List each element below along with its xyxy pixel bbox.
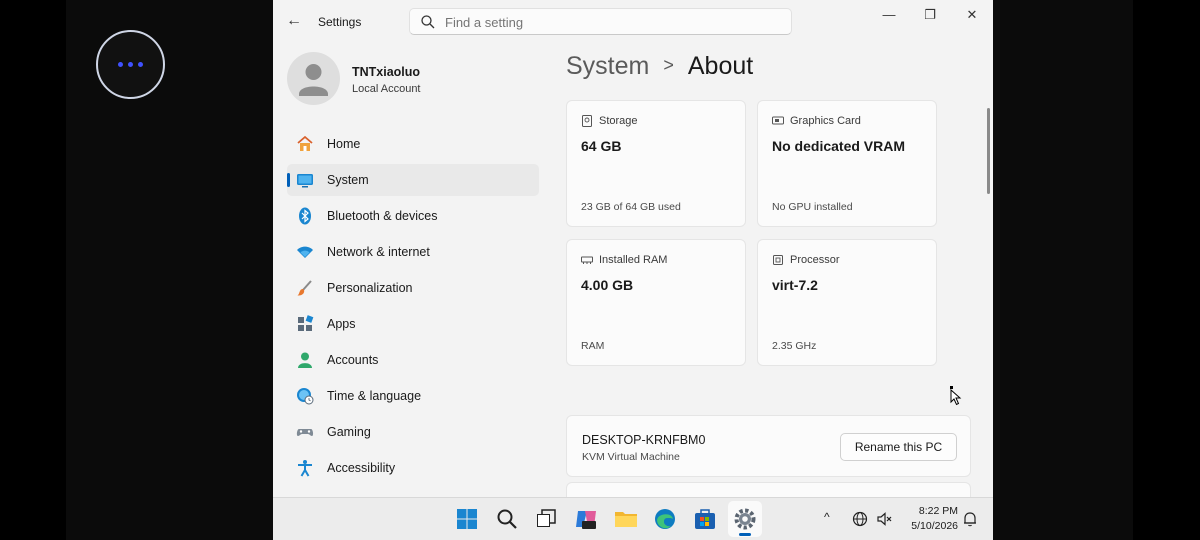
processor-speed: 2.35 GHz <box>772 340 817 352</box>
ram-value: 4.00 GB <box>581 277 634 293</box>
globe-clock-icon <box>297 388 314 405</box>
ram-icon <box>581 256 593 264</box>
user-name: TNTxiaoluo <box>352 65 421 79</box>
processor-label: Processor <box>790 254 840 266</box>
brush-icon <box>297 280 312 296</box>
search-icon[interactable] <box>494 506 520 532</box>
dot-icon <box>128 62 133 67</box>
account-type: Local Account <box>352 83 421 95</box>
user-avatar-icon <box>299 64 328 96</box>
sidebar-item-label: Gaming <box>327 425 371 439</box>
ram-card[interactable]: Installed RAM 4.00 GB RAM <box>566 239 746 366</box>
copilot-icon[interactable] <box>573 506 599 532</box>
gamepad-icon <box>296 429 314 436</box>
right-panel <box>993 0 1133 540</box>
sidebar-item-system[interactable]: System <box>287 164 539 196</box>
graphics-card[interactable]: Graphics Card No dedicated VRAM No GPU i… <box>757 100 937 227</box>
processor-card[interactable]: Processor virt-7.2 2.35 GHz <box>757 239 937 366</box>
sidebar-item-label: Personalization <box>327 281 413 295</box>
more-options-button[interactable] <box>96 30 165 99</box>
processor-icon <box>773 255 783 265</box>
accessibility-icon <box>298 460 312 477</box>
storage-label: Storage <box>599 115 638 127</box>
dot-icon <box>118 62 123 67</box>
graphics-sub: No GPU installed <box>772 201 853 213</box>
storage-usage: 23 GB of 64 GB used <box>581 201 681 213</box>
sidebar-item-label: Accessibility <box>327 461 396 475</box>
clock-time[interactable]: 8:22 PM <box>903 505 958 517</box>
sidebar-item-accessibility[interactable]: Accessibility <box>287 452 539 484</box>
processor-value: virt-7.2 <box>772 277 818 293</box>
sidebar-item-label: Bluetooth & devices <box>327 209 438 223</box>
notification-bell-icon[interactable] <box>961 510 979 528</box>
mouse-cursor-icon <box>950 386 962 406</box>
gear-icon <box>734 508 756 530</box>
home-icon <box>297 135 313 151</box>
sidebar-item-label: Accounts <box>327 353 379 367</box>
avatar <box>287 52 340 105</box>
taskbar-settings-button[interactable] <box>728 501 762 537</box>
phone-screen: ← Settings — ❐ ✕ TNTxiaoluo Local Ac <box>0 0 1200 540</box>
clock-date[interactable]: 5/10/2026 <box>903 520 958 532</box>
back-arrow-icon[interactable]: ← <box>285 12 303 30</box>
search-icon <box>421 15 435 29</box>
taskbar: ^ 8:22 PM 5/10/2026 <box>273 497 993 540</box>
system-icon <box>297 174 313 188</box>
dot-icon <box>138 62 143 67</box>
ram-sub: RAM <box>581 340 605 352</box>
chevron-right-icon: > <box>663 55 674 75</box>
rename-pc-button[interactable]: Rename this PC <box>840 433 957 461</box>
wifi-icon <box>297 246 313 258</box>
storage-icon <box>582 115 592 127</box>
chevron-up-icon[interactable]: ^ <box>824 510 830 524</box>
storage-card[interactable]: Storage 64 GB 23 GB of 64 GB used <box>566 100 746 227</box>
breadcrumb-parent[interactable]: System <box>566 52 649 80</box>
sidebar-item-gaming[interactable]: Gaming <box>287 416 539 448</box>
sidebar-nav: Home System Bluetooth & devices Network … <box>287 128 539 488</box>
page-title: About <box>687 52 754 80</box>
apps-icon <box>298 315 314 331</box>
left-panel <box>66 0 273 540</box>
user-profile[interactable]: TNTxiaoluo Local Account <box>287 52 547 106</box>
sidebar-item-accounts[interactable]: Accounts <box>287 344 539 376</box>
sidebar-item-home[interactable]: Home <box>287 128 539 160</box>
graphics-value: No dedicated VRAM <box>772 138 906 154</box>
sidebar-item-time-language[interactable]: Time & language <box>287 380 539 412</box>
edge-browser-icon[interactable] <box>652 506 678 532</box>
sidebar-item-label: Apps <box>327 317 356 331</box>
storage-value: 64 GB <box>581 138 622 154</box>
ram-label: Installed RAM <box>599 254 668 266</box>
app-title: Settings <box>318 15 362 29</box>
network-globe-icon[interactable] <box>851 510 869 528</box>
task-view-icon[interactable] <box>533 506 559 532</box>
breadcrumb: System > About <box>566 52 753 81</box>
volume-muted-icon[interactable] <box>876 510 894 528</box>
sidebar-item-label: System <box>327 173 369 187</box>
sidebar-item-bluetooth[interactable]: Bluetooth & devices <box>287 200 539 232</box>
device-name-card: DESKTOP-KRNFBM0 KVM Virtual Machine Rena… <box>566 415 971 477</box>
settings-window: ← Settings — ❐ ✕ TNTxiaoluo Local Ac <box>273 0 993 497</box>
device-specs-card[interactable] <box>566 482 971 497</box>
sidebar-item-label: Network & internet <box>327 245 430 259</box>
device-name: DESKTOP-KRNFBM0 <box>582 433 706 447</box>
microsoft-store-icon[interactable] <box>692 506 718 532</box>
sidebar-item-apps[interactable]: Apps <box>287 308 539 340</box>
sidebar-item-label: Time & language <box>327 389 422 403</box>
sidebar-item-label: Home <box>327 137 361 151</box>
scrollbar[interactable] <box>987 108 990 194</box>
graphics-card-icon <box>772 116 784 125</box>
device-model: KVM Virtual Machine <box>582 451 680 463</box>
bluetooth-icon <box>299 207 311 225</box>
file-explorer-icon[interactable] <box>613 506 639 532</box>
windows-start-icon[interactable] <box>454 506 480 532</box>
sidebar-item-personalization[interactable]: Personalization <box>287 272 539 304</box>
sidebar-item-network[interactable]: Network & internet <box>287 236 539 268</box>
accounts-icon <box>298 352 312 368</box>
graphics-label: Graphics Card <box>790 115 861 127</box>
